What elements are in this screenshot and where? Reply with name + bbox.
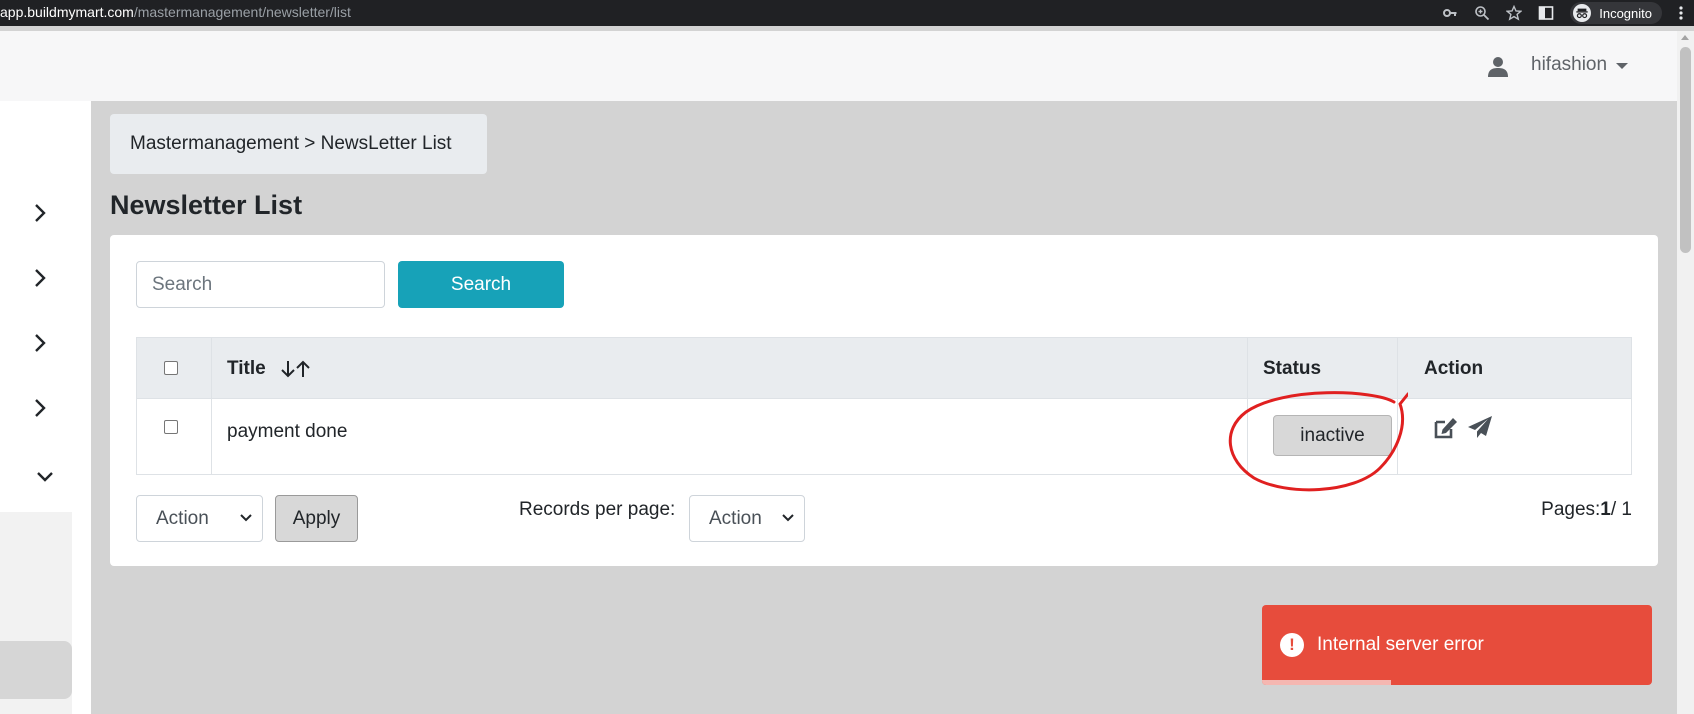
- chevron-right-icon[interactable]: [33, 267, 47, 289]
- column-divider: [211, 338, 212, 474]
- search-button[interactable]: Search: [398, 261, 564, 308]
- column-title[interactable]: Title: [227, 358, 266, 380]
- kebab-menu-icon[interactable]: [1672, 5, 1690, 21]
- toast-message: Internal server error: [1317, 634, 1484, 655]
- column-action: Action: [1424, 358, 1484, 379]
- status-toggle-button[interactable]: inactive: [1273, 415, 1392, 456]
- browser-actions: Incognito: [1442, 0, 1694, 26]
- total-pages: / 1: [1610, 499, 1632, 520]
- breadcrumb-root[interactable]: Mastermanagement: [130, 133, 299, 154]
- chevron-down-icon: [782, 514, 794, 522]
- select-all-checkbox[interactable]: [164, 361, 178, 375]
- error-icon: !: [1280, 633, 1304, 657]
- side-panel-icon[interactable]: [1538, 5, 1554, 21]
- edit-icon[interactable]: [1433, 416, 1459, 440]
- chevron-right-icon[interactable]: [33, 332, 47, 354]
- user-menu[interactable]: hifashion: [1531, 54, 1607, 76]
- star-icon[interactable]: [1506, 5, 1523, 21]
- breadcrumb: Mastermanagement > NewsLetter List: [110, 114, 487, 174]
- incognito-indicator[interactable]: Incognito: [1570, 2, 1662, 24]
- page-scrollbar[interactable]: [1677, 31, 1694, 714]
- sidebar-item-active[interactable]: [0, 641, 72, 699]
- chevron-down-icon[interactable]: [36, 470, 54, 484]
- records-per-page-label: Records per page:: [519, 499, 676, 520]
- column-divider: [1397, 338, 1398, 474]
- toast-progress-bar: [1262, 680, 1391, 685]
- table-row: payment done inactive: [137, 399, 1631, 474]
- table-header: Title Status Action: [137, 338, 1631, 399]
- chevron-right-icon[interactable]: [33, 397, 47, 419]
- browser-toolbar: app.buildmymart.com/mastermanagement/new…: [0, 0, 1694, 26]
- row-checkbox[interactable]: [164, 420, 178, 434]
- url-path: /mastermanagement/newsletter/list: [133, 4, 351, 20]
- newsletter-card: Search Title Status Action payment done …: [110, 235, 1658, 566]
- key-icon[interactable]: [1442, 5, 1458, 21]
- chevron-down-icon: [240, 514, 252, 522]
- column-status: Status: [1263, 358, 1322, 379]
- apply-button[interactable]: Apply: [275, 495, 358, 542]
- sidebar: ent: [0, 101, 91, 714]
- user-icon[interactable]: [1487, 56, 1509, 78]
- search-input[interactable]: [136, 261, 385, 308]
- scroll-up-arrow-icon[interactable]: [1681, 35, 1689, 40]
- sort-icon[interactable]: [279, 359, 313, 379]
- breadcrumb-current: NewsLetter List: [320, 133, 452, 154]
- newsletter-table: Title Status Action payment done inactiv…: [136, 337, 1632, 475]
- top-navbar: hifashion: [0, 31, 1677, 101]
- incognito-label: Incognito: [1599, 5, 1652, 21]
- chevron-right-icon[interactable]: [33, 202, 47, 224]
- zoom-icon[interactable]: [1474, 5, 1490, 21]
- pagination-info: Pages:1/ 1: [1541, 499, 1632, 521]
- caret-down-icon[interactable]: [1616, 63, 1628, 69]
- scrollbar-thumb[interactable]: [1680, 47, 1691, 253]
- bulk-action-select[interactable]: Action: [136, 495, 263, 542]
- pages-prefix: Pages:: [1541, 499, 1601, 520]
- incognito-icon: [1573, 4, 1592, 22]
- records-per-page-select[interactable]: Action: [689, 495, 805, 542]
- send-icon[interactable]: [1467, 415, 1493, 439]
- page-title: Newsletter List: [110, 190, 303, 220]
- bulk-action-value: Action: [156, 508, 209, 529]
- column-divider: [1247, 338, 1248, 474]
- address-bar[interactable]: app.buildmymart.com/mastermanagement/new…: [0, 4, 351, 20]
- records-per-page-value: Action: [709, 508, 762, 529]
- error-toast[interactable]: ! Internal server error: [1262, 605, 1652, 685]
- current-page: 1: [1600, 499, 1611, 520]
- breadcrumb-separator: >: [304, 133, 316, 154]
- row-title: payment done: [227, 421, 348, 442]
- url-host: app.buildmymart.com: [0, 4, 134, 20]
